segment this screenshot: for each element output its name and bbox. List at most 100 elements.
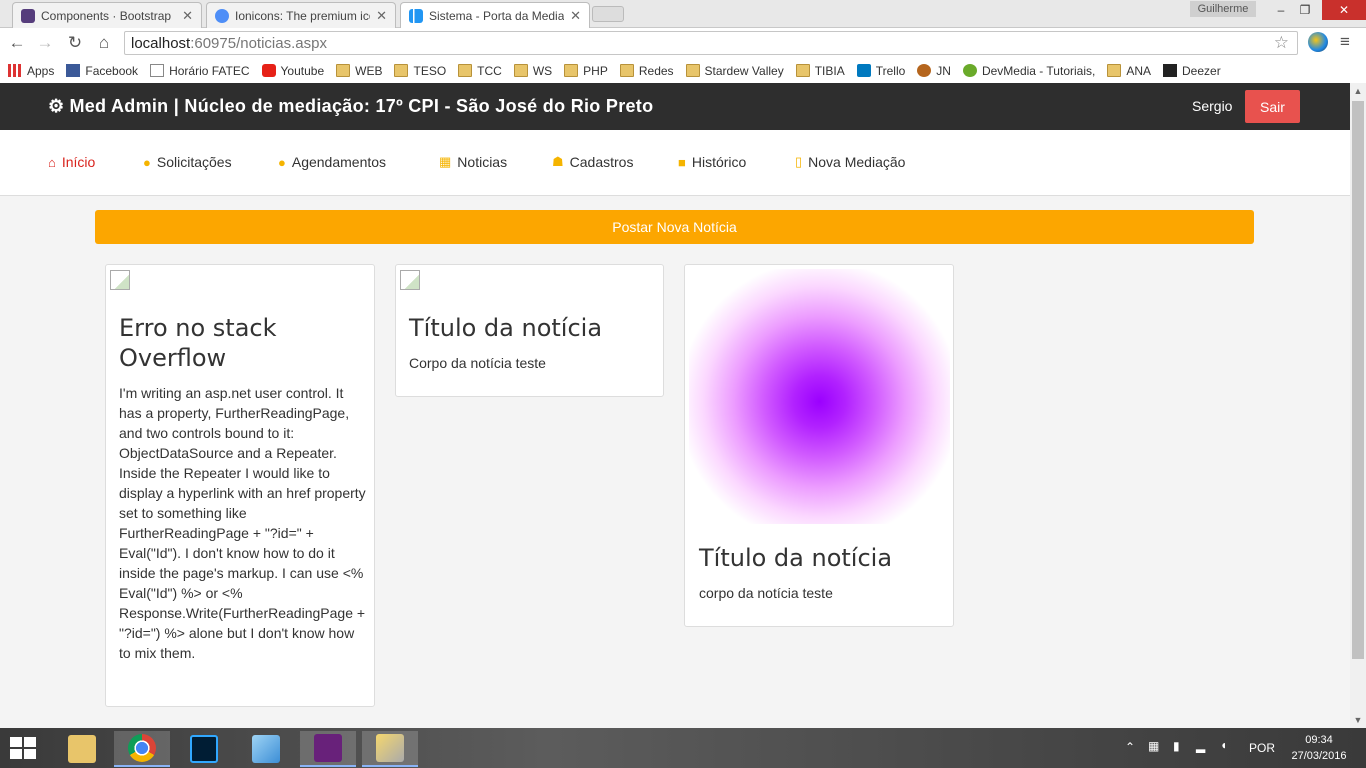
nav-label: Agendamentos [291, 154, 387, 170]
nav-item-cadastros[interactable]: ☗ Cadastros [552, 154, 633, 170]
visual-studio-task[interactable] [300, 731, 356, 767]
nav-item-inicio[interactable]: ⌂ Início [48, 154, 95, 170]
chrome-menu-icon[interactable]: ≡ [1340, 32, 1350, 52]
bookmark-deezer[interactable]: Deezer [1163, 64, 1221, 78]
nav-item-solicitacoes[interactable]: ● Solicitações [143, 154, 232, 170]
user-name[interactable]: Sergio [1192, 98, 1232, 114]
language-indicator[interactable]: POR [1249, 741, 1275, 755]
news-image [689, 269, 950, 524]
scroll-down-arrow-icon[interactable]: ▼ [1350, 712, 1366, 728]
broken-image-icon [110, 270, 130, 290]
bookmark-youtube[interactable]: Youtube [261, 64, 324, 78]
tab-ionicons[interactable]: Ionicons: The premium ico ✕ [206, 2, 396, 28]
devmedia-icon [962, 64, 977, 77]
bookmark-ws[interactable]: WS [513, 64, 552, 78]
card-body: I'm writing an asp.net user control. It … [119, 385, 366, 661]
close-tab-icon[interactable]: ✕ [570, 8, 581, 24]
bookmark-redes[interactable]: Redes [619, 63, 674, 78]
photoshop-icon [190, 735, 218, 763]
calendar-icon: ▦ [439, 154, 452, 169]
post-news-button[interactable]: Postar Nova Notícia [95, 210, 1254, 244]
bookmark-tibia[interactable]: TIBIA [795, 63, 845, 78]
page-scrollbar[interactable]: ▲ ▼ [1350, 83, 1366, 728]
signal-icon[interactable]: ▂ [1196, 739, 1205, 753]
nav-item-nova-mediacao[interactable]: ▯ Nova Mediação [795, 154, 905, 170]
tray-overflow-icon[interactable]: ⌃ [1125, 740, 1135, 754]
nav-item-noticias[interactable]: ▦ Noticias [439, 154, 507, 170]
file-explorer-task[interactable] [54, 731, 110, 767]
bookmark-trello[interactable]: Trello [856, 64, 905, 78]
photoshop-task[interactable] [176, 731, 232, 767]
bookmark-apps[interactable]: Apps [8, 64, 54, 78]
url-input[interactable]: localhost:60975/noticias.aspx ☆ [124, 31, 1298, 55]
bookmark-devmedia[interactable]: DevMedia - Tutoriais, [962, 64, 1095, 78]
bookmark-label: Stardew Valley [704, 63, 784, 78]
back-arrow-icon[interactable]: ← [6, 32, 28, 54]
scroll-up-arrow-icon[interactable]: ▲ [1350, 83, 1366, 99]
close-tab-icon[interactable]: ✕ [376, 8, 387, 24]
bookmark-facebook[interactable]: Facebook [66, 64, 138, 78]
bookmark-jn[interactable]: JN [917, 64, 951, 78]
card-title: Título da notícia [409, 314, 603, 342]
card-title: Erro no stack Overflow [119, 314, 277, 372]
bookmark-teso[interactable]: TESO [394, 64, 446, 78]
window-close-icon[interactable]: ✕ [1322, 0, 1366, 20]
logout-button[interactable]: Sair [1245, 90, 1300, 123]
bookmark-ana[interactable]: ANA [1107, 64, 1151, 78]
reload-icon[interactable]: ↻ [64, 32, 86, 54]
extension-icon[interactable] [1308, 32, 1328, 52]
bookmark-web[interactable]: WEB [336, 64, 382, 78]
folder-icon [619, 64, 634, 77]
nav-item-agendamentos[interactable]: ● Agendamentos [278, 154, 386, 170]
chrome-task[interactable] [114, 731, 170, 767]
bookmark-label: WEB [355, 63, 383, 78]
bookmark-label: Redes [638, 63, 674, 78]
main-nav: ⌂ Início ● Solicitações ● Agendamentos ▦ Not… [0, 130, 1350, 196]
bookmark-stardew-valley[interactable]: Stardew Valley [685, 63, 784, 78]
network-icon[interactable]: ▦ [1148, 739, 1159, 753]
news-card[interactable]: Título da notícia Corpo da notícia teste [395, 264, 664, 397]
bookmark-horario-fatec[interactable]: Horário FATEC [150, 64, 250, 78]
folder-icon [564, 64, 579, 77]
system-clock[interactable]: 09:34 27/03/2016 [1290, 732, 1348, 764]
news-card[interactable]: Título da notícia corpo da notícia teste [684, 264, 954, 627]
tab-sistema[interactable]: Sistema - Porta da Mediaç ✕ [400, 2, 590, 28]
battery-icon[interactable]: ▮ [1173, 739, 1180, 753]
tab-bootstrap[interactable]: Components · Bootstrap ✕ [12, 2, 202, 28]
bookmark-label: TCC [477, 63, 502, 78]
bookmark-tcc[interactable]: TCC [458, 64, 502, 78]
windows-start-icon[interactable] [10, 737, 38, 761]
volume-icon[interactable]: ◖ [1220, 738, 1227, 752]
app-header: ⚙ Med Admin | Núcleo de mediação: 17º CPI… [0, 83, 1350, 130]
brand[interactable]: ⚙ Med Admin | Núcleo de mediação: 17º CPI… [48, 96, 653, 117]
news-card[interactable]: Erro no stack Overflow I'm writing an as… [105, 264, 375, 707]
broken-image-icon [400, 270, 420, 290]
scroll-thumb[interactable] [1352, 101, 1364, 659]
bookmark-label: Apps [27, 63, 55, 78]
nav-item-historico[interactable]: ■ Histórico [678, 154, 746, 170]
home-icon[interactable]: ⌂ [93, 32, 115, 54]
profile-name[interactable]: Guilherme [1190, 1, 1256, 17]
clock-time: 09:34 [1305, 734, 1333, 746]
close-tab-icon[interactable]: ✕ [182, 8, 193, 24]
restore-icon[interactable]: ❐ [1290, 0, 1320, 20]
notepad-task[interactable] [238, 731, 294, 767]
folder-icon [1107, 64, 1122, 77]
circle-icon: ● [143, 154, 151, 170]
youtube-icon [261, 64, 276, 77]
new-tab-button[interactable] [592, 6, 624, 22]
tools-task[interactable] [362, 731, 418, 767]
folder-icon [685, 64, 700, 77]
chart-favicon-icon [409, 8, 423, 23]
page-icon [150, 64, 165, 77]
bookmark-star-icon[interactable]: ☆ [1274, 33, 1289, 53]
document-icon: ▯ [795, 154, 803, 169]
forward-arrow-icon[interactable]: → [34, 32, 56, 54]
bookmark-php[interactable]: PHP [564, 64, 608, 78]
bookmark-label: TIBIA [814, 63, 845, 78]
home-icon: ⌂ [48, 154, 56, 170]
url-host: localhost [131, 34, 191, 52]
folder-icon [336, 64, 351, 77]
card-body: corpo da notícia teste [699, 585, 833, 601]
ionicons-favicon-icon [215, 8, 229, 23]
